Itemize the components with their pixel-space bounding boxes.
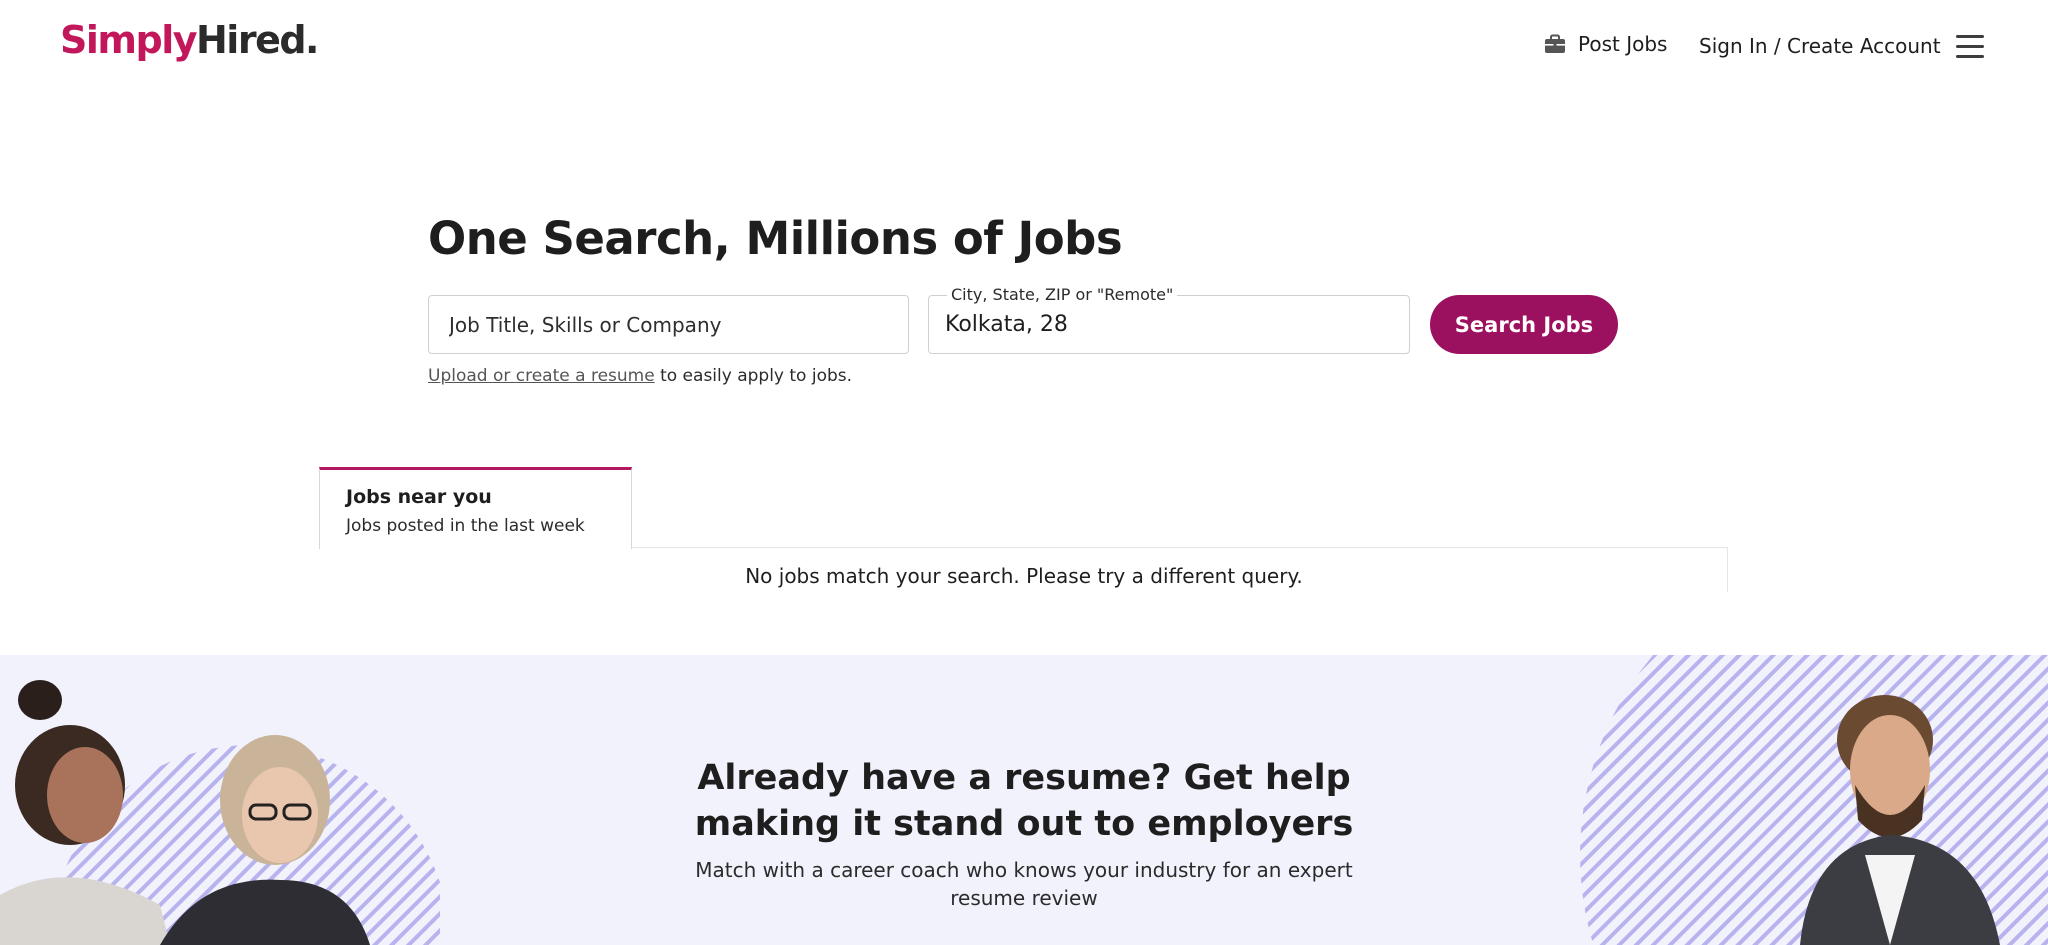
resume-prompt-text: to easily apply to jobs. [654, 366, 853, 386]
empty-results-message: No jobs match your search. Please try a … [745, 564, 1303, 588]
search-jobs-button[interactable]: Search Jobs [1430, 295, 1618, 354]
promo-man-illustration-right [1580, 655, 2048, 945]
job-title-field [428, 295, 909, 354]
tab-subtitle: Jobs posted in the last week [346, 516, 585, 536]
post-jobs-label: Post Jobs [1578, 32, 1668, 56]
simplyhired-logo[interactable]: SimplyHired. [60, 18, 319, 62]
site-header: SimplyHired. Post Jobs Sign In / Create … [0, 0, 2048, 95]
job-title-input[interactable] [429, 296, 908, 353]
resume-prompt: Upload or create a resume to easily appl… [428, 366, 852, 386]
page-title: One Search, Millions of Jobs [428, 212, 1123, 265]
briefcase-icon [1545, 34, 1565, 53]
upload-resume-link[interactable]: Upload or create a resume [428, 366, 655, 386]
menu-icon[interactable] [1956, 35, 1984, 59]
tab-jobs-near-you[interactable]: Jobs near you Jobs posted in the last we… [319, 467, 632, 549]
location-input[interactable] [929, 296, 1409, 353]
resume-promo-banner: Already have a resume? Get help making i… [0, 655, 2048, 945]
location-field: City, State, ZIP or "Remote" [928, 285, 1410, 354]
sign-in-link[interactable]: Sign In / Create Account [1699, 34, 1941, 58]
tab-title: Jobs near you [346, 486, 492, 508]
location-label: City, State, ZIP or "Remote" [947, 285, 1178, 304]
logo-hired: Hired. [196, 18, 319, 62]
post-jobs-link[interactable]: Post Jobs [1544, 32, 1667, 56]
logo-simply: Simply [60, 18, 198, 62]
